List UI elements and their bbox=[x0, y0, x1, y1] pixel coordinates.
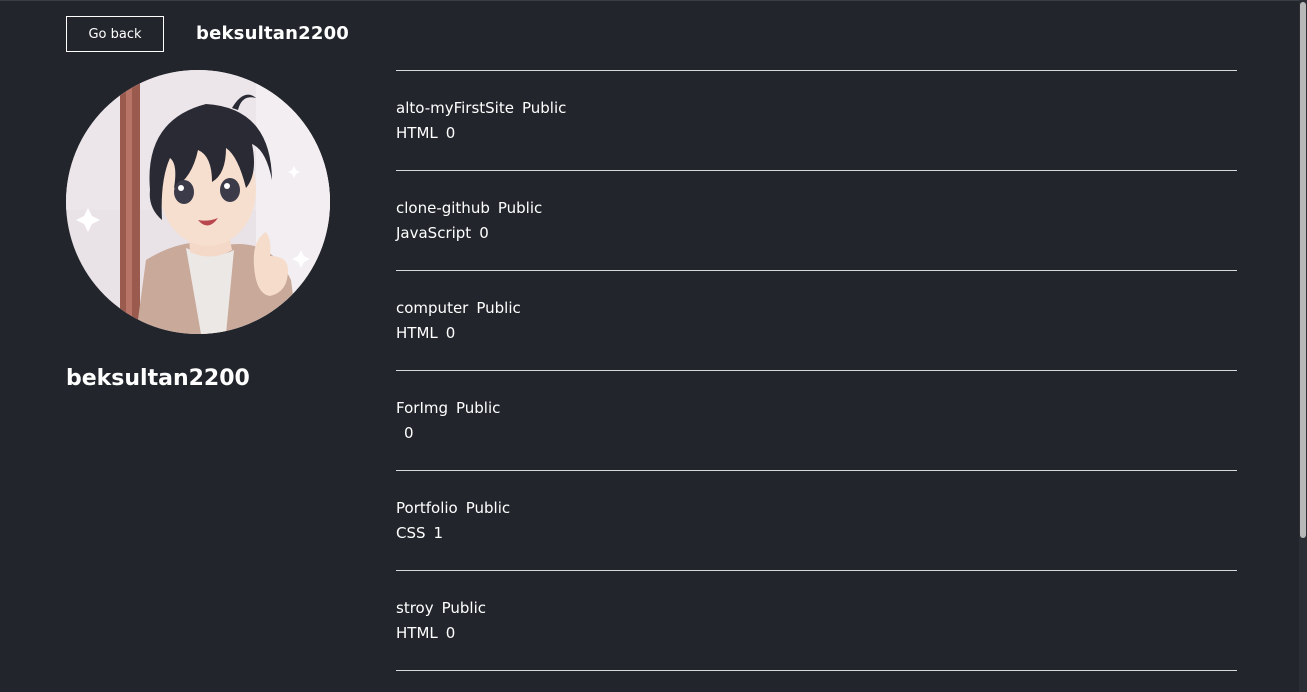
repo-divider bbox=[396, 670, 1237, 671]
repo-meta-line: HTML 0 bbox=[396, 623, 1237, 643]
repo-stars: 0 bbox=[445, 624, 456, 642]
repo-item[interactable]: alto-myFirstSite Public HTML 0 bbox=[396, 71, 1237, 170]
repo-list: alto-myFirstSite Public HTML 0 clone-githu… bbox=[396, 70, 1237, 671]
repo-title-line: Portfolio Public bbox=[396, 498, 1237, 518]
repo-meta-line: HTML 0 bbox=[396, 323, 1237, 343]
repo-item[interactable]: computer Public HTML 0 bbox=[396, 271, 1237, 370]
repo-language: HTML bbox=[396, 124, 438, 142]
repo-title-line: clone-github Public bbox=[396, 198, 1237, 218]
repo-meta-line: HTML 0 bbox=[396, 123, 1237, 143]
repo-name[interactable]: Portfolio bbox=[396, 499, 458, 517]
repo-name[interactable]: ForImg bbox=[396, 399, 448, 417]
header-username: beksultan2200 bbox=[196, 23, 350, 44]
avatar bbox=[66, 70, 330, 334]
repo-stars: 0 bbox=[479, 224, 489, 242]
repo-language: HTML bbox=[396, 624, 438, 642]
scrollbar[interactable] bbox=[1299, 0, 1307, 692]
repo-title-line: computer Public bbox=[396, 298, 1237, 318]
repo-language: JavaScript bbox=[396, 224, 472, 242]
top-border bbox=[0, 0, 1307, 1]
repo-visibility: Public bbox=[441, 599, 486, 617]
repo-name[interactable]: stroy bbox=[396, 599, 434, 617]
profile-name: beksultan2200 bbox=[66, 366, 250, 391]
go-back-button[interactable]: Go back bbox=[66, 16, 164, 52]
repo-name[interactable]: clone-github bbox=[396, 199, 490, 217]
repo-language: HTML bbox=[396, 324, 438, 342]
repo-name[interactable]: computer bbox=[396, 299, 468, 317]
repo-stars: 0 bbox=[445, 324, 456, 342]
repo-meta-line: CSS 1 bbox=[396, 523, 1237, 543]
repo-meta-line: JavaScript 0 bbox=[396, 223, 1237, 243]
repo-language: CSS bbox=[396, 524, 426, 542]
repo-stars: 0 bbox=[445, 124, 456, 142]
repo-title-line: alto-myFirstSite Public bbox=[396, 98, 1237, 118]
repo-visibility: Public bbox=[465, 499, 511, 517]
repo-item[interactable]: Portfolio Public CSS 1 bbox=[396, 471, 1237, 570]
repo-meta-line: 0 bbox=[396, 423, 1237, 443]
repo-item[interactable]: stroy Public HTML 0 bbox=[396, 571, 1237, 670]
repo-stars: 1 bbox=[433, 524, 444, 542]
repo-title-line: ForImg Public bbox=[396, 398, 1237, 418]
avatar-image bbox=[66, 70, 330, 334]
repo-visibility: Public bbox=[497, 199, 543, 217]
profile-page: Go back beksultan2200 beksultan2200 alto… bbox=[0, 0, 1307, 692]
repo-visibility: Public bbox=[456, 399, 501, 417]
repo-visibility: Public bbox=[476, 299, 521, 317]
repo-item[interactable]: ForImg Public 0 bbox=[396, 371, 1237, 470]
repo-item[interactable]: clone-github Public JavaScript 0 bbox=[396, 171, 1237, 270]
repo-title-line: stroy Public bbox=[396, 598, 1237, 618]
repo-stars: 0 bbox=[404, 424, 414, 442]
repo-name[interactable]: alto-myFirstSite bbox=[396, 99, 514, 117]
repo-visibility: Public bbox=[521, 99, 567, 117]
scrollbar-thumb[interactable] bbox=[1300, 2, 1306, 538]
